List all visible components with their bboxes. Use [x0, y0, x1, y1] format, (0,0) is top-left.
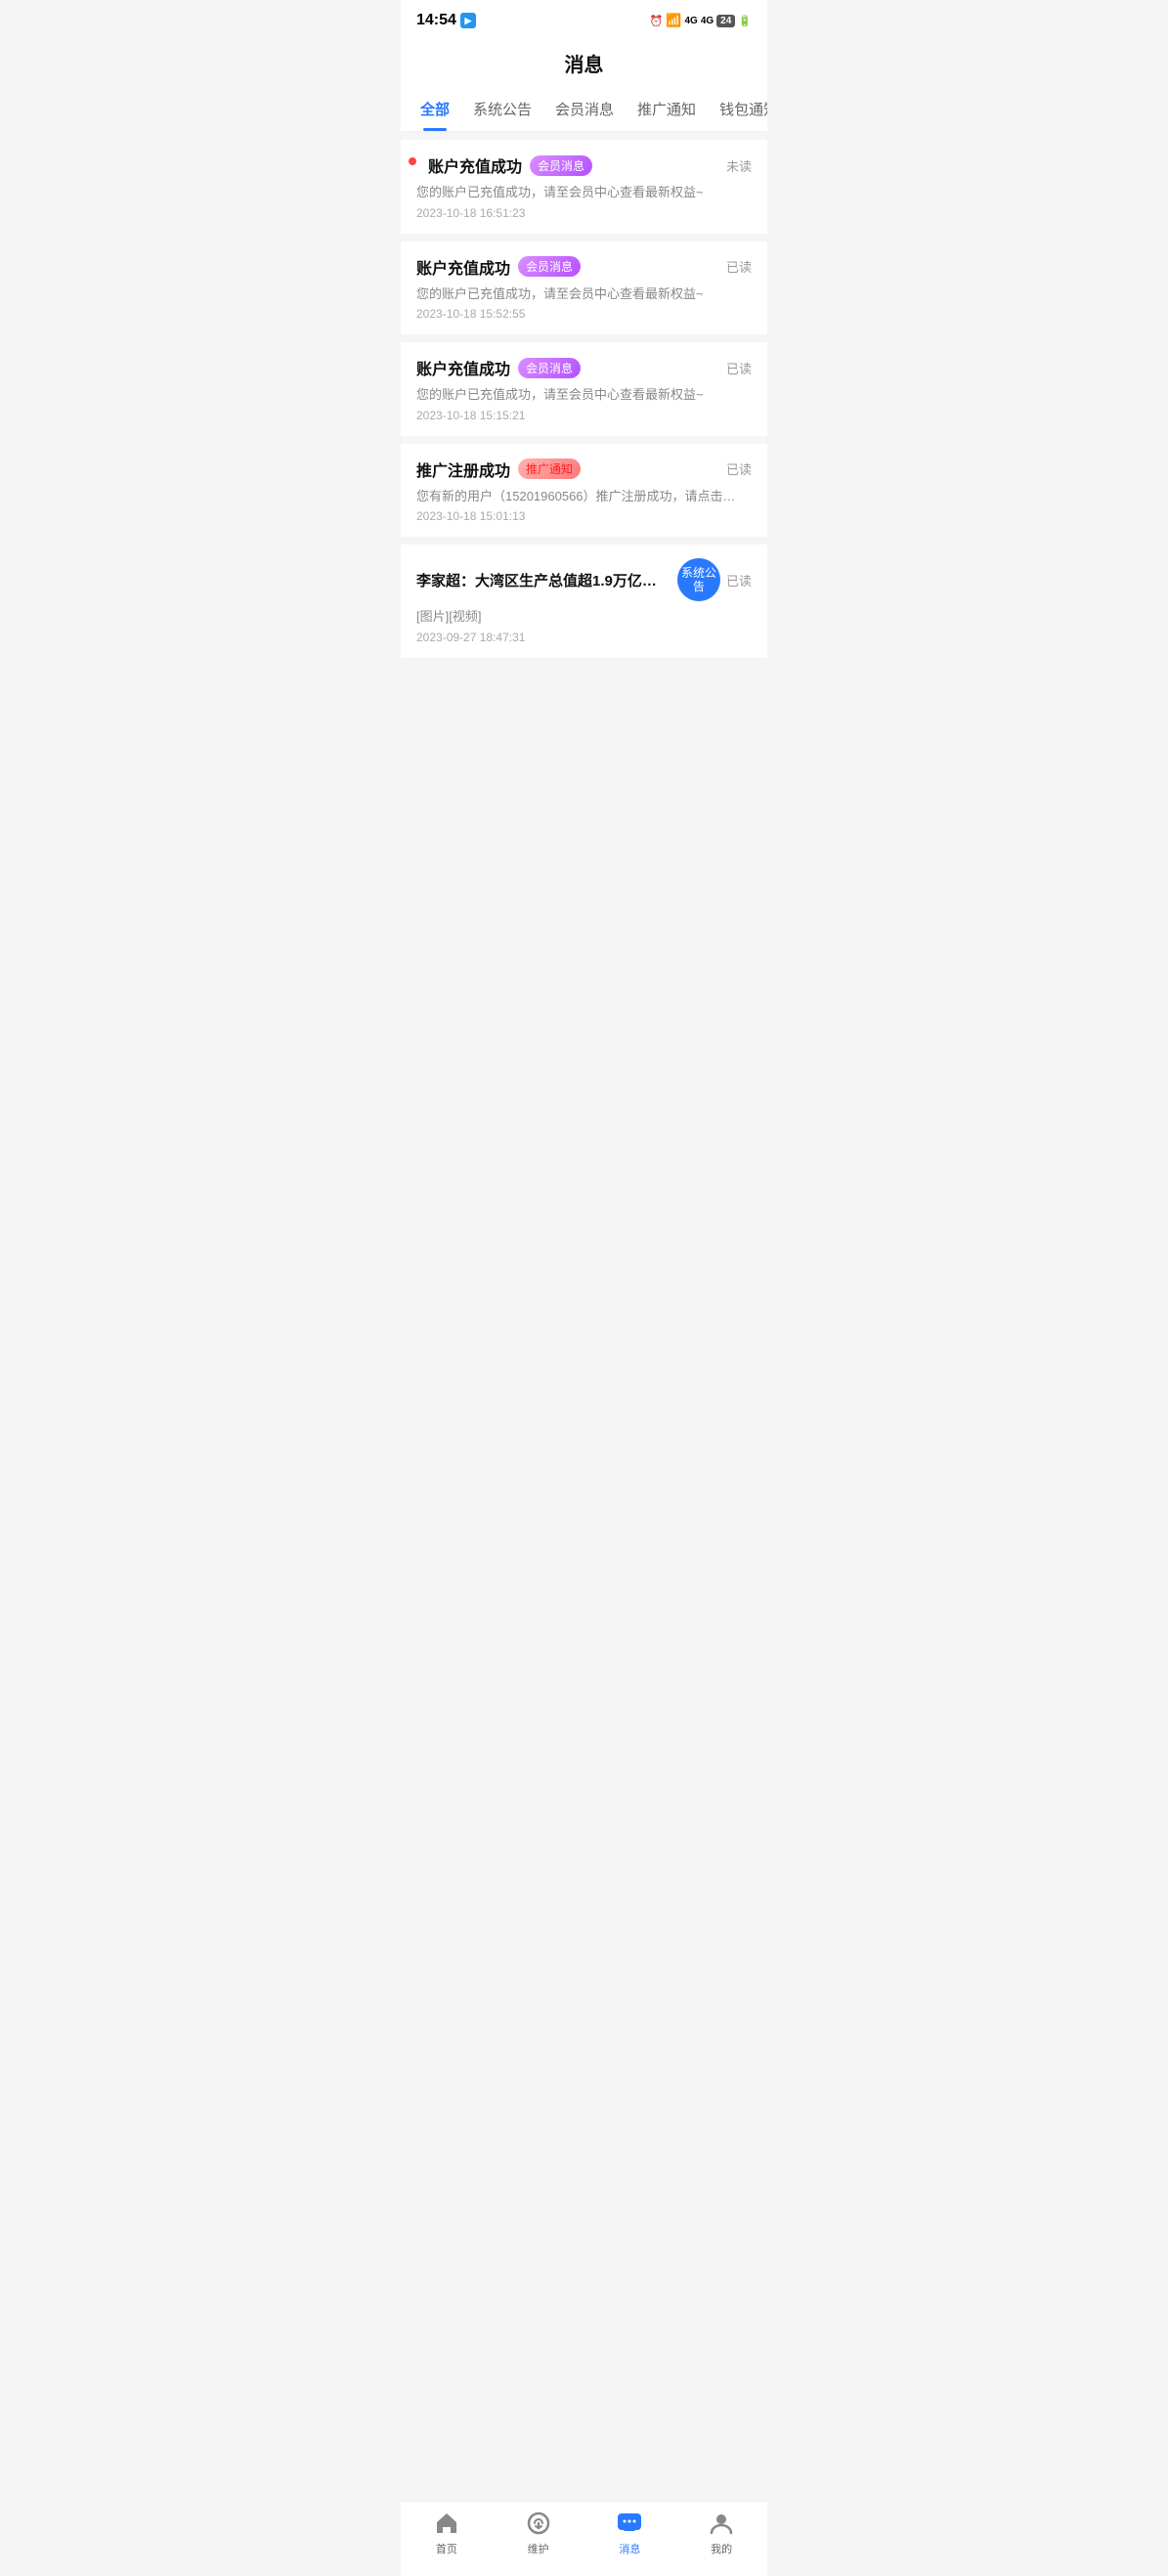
screen-record-icon: ▶	[460, 13, 476, 28]
read-status: 已读	[726, 571, 752, 589]
message-title: 推广注册成功	[416, 458, 510, 481]
member-badge: 会员消息	[530, 155, 592, 176]
message-item[interactable]: 推广注册成功 推广通知 已读 您有新的用户（15201960566）推广注册成功…	[401, 444, 767, 538]
wrench-icon	[525, 2510, 552, 2537]
status-bar: 14:54 ▶ ⏰ 📶 4G 4G 24 🔋	[401, 0, 767, 33]
user-icon	[708, 2510, 735, 2537]
member-badge: 会员消息	[518, 256, 581, 277]
message-title: 账户充值成功	[416, 255, 510, 279]
tab-bar: 全部 系统公告 会员消息 推广通知 钱包通知	[401, 89, 767, 132]
alarm-icon: ⏰	[650, 15, 664, 27]
message-title: 账户充值成功	[416, 356, 510, 379]
nav-maintenance-label: 维护	[528, 2541, 549, 2556]
bottom-nav: 首页 维护 消息	[401, 2501, 767, 2576]
read-status: 已读	[726, 257, 752, 276]
status-icons: ⏰ 📶 4G 4G 24 🔋	[650, 13, 752, 28]
tab-system[interactable]: 系统公告	[461, 89, 543, 131]
tab-wallet[interactable]: 钱包通知	[708, 89, 767, 131]
read-status: 已读	[726, 459, 752, 478]
read-status: 已读	[726, 359, 752, 377]
status-time: 14:54 ▶	[416, 12, 476, 29]
wifi-icon: 📶	[666, 13, 681, 28]
message-item[interactable]: 账户充值成功 会员消息 未读 您的账户已充值成功，请至会员中心查看最新权益~ 2…	[401, 140, 767, 234]
nav-messages[interactable]: 消息	[584, 2510, 676, 2556]
page-header: 消息	[401, 33, 767, 89]
member-badge: 会员消息	[518, 358, 581, 378]
unread-dot	[409, 157, 416, 165]
message-item[interactable]: 账户充值成功 会员消息 已读 您的账户已充值成功，请至会员中心查看最新权益~ 2…	[401, 342, 767, 436]
message-item[interactable]: 李家超：大湾区生产总值超1.9万亿… 系统公 告 已读 [图片][视频] 202…	[401, 545, 767, 658]
message-body: 您的账户已充值成功，请至会员中心查看最新权益~	[416, 385, 752, 405]
tab-all[interactable]: 全部	[409, 89, 461, 131]
nav-maintenance[interactable]: 维护	[493, 2510, 584, 2556]
message-body: 您的账户已充值成功，请至会员中心查看最新权益~	[416, 284, 752, 304]
read-status: 未读	[726, 156, 752, 175]
message-list: 账户充值成功 会员消息 未读 您的账户已充值成功，请至会员中心查看最新权益~ 2…	[401, 132, 767, 1583]
promo-badge: 推广通知	[518, 458, 581, 479]
tab-member[interactable]: 会员消息	[543, 89, 626, 131]
signal-4g-2: 4G	[701, 16, 714, 26]
message-time: 2023-09-27 18:47:31	[416, 631, 752, 644]
message-body: 您的账户已充值成功，请至会员中心查看最新权益~	[416, 183, 752, 202]
message-time: 2023-10-18 15:15:21	[416, 409, 752, 422]
page-title: 消息	[565, 55, 604, 76]
message-body: 您有新的用户（15201960566）推广注册成功，请点击…	[416, 487, 752, 506]
battery-indicator: 24	[716, 15, 735, 27]
message-item[interactable]: 账户充值成功 会员消息 已读 您的账户已充值成功，请至会员中心查看最新权益~ 2…	[401, 241, 767, 335]
signal-4g-1: 4G	[684, 16, 697, 26]
message-time: 2023-10-18 16:51:23	[416, 206, 752, 220]
nav-mine[interactable]: 我的	[675, 2510, 767, 2556]
nav-messages-label: 消息	[619, 2541, 640, 2556]
message-body: [图片][视频]	[416, 607, 752, 627]
message-title: 李家超：大湾区生产总值超1.9万亿…	[416, 570, 670, 590]
nav-mine-label: 我的	[711, 2541, 732, 2556]
message-time: 2023-10-18 15:01:13	[416, 509, 752, 523]
chat-icon	[616, 2510, 643, 2537]
tab-promo[interactable]: 推广通知	[626, 89, 708, 131]
nav-home[interactable]: 首页	[401, 2510, 493, 2556]
nav-home-label: 首页	[436, 2541, 457, 2556]
message-title: 账户充值成功	[428, 153, 522, 177]
battery-icon: 🔋	[738, 15, 752, 27]
system-badge: 系统公 告	[677, 558, 720, 601]
message-time: 2023-10-18 15:52:55	[416, 307, 752, 321]
home-icon	[433, 2510, 460, 2537]
